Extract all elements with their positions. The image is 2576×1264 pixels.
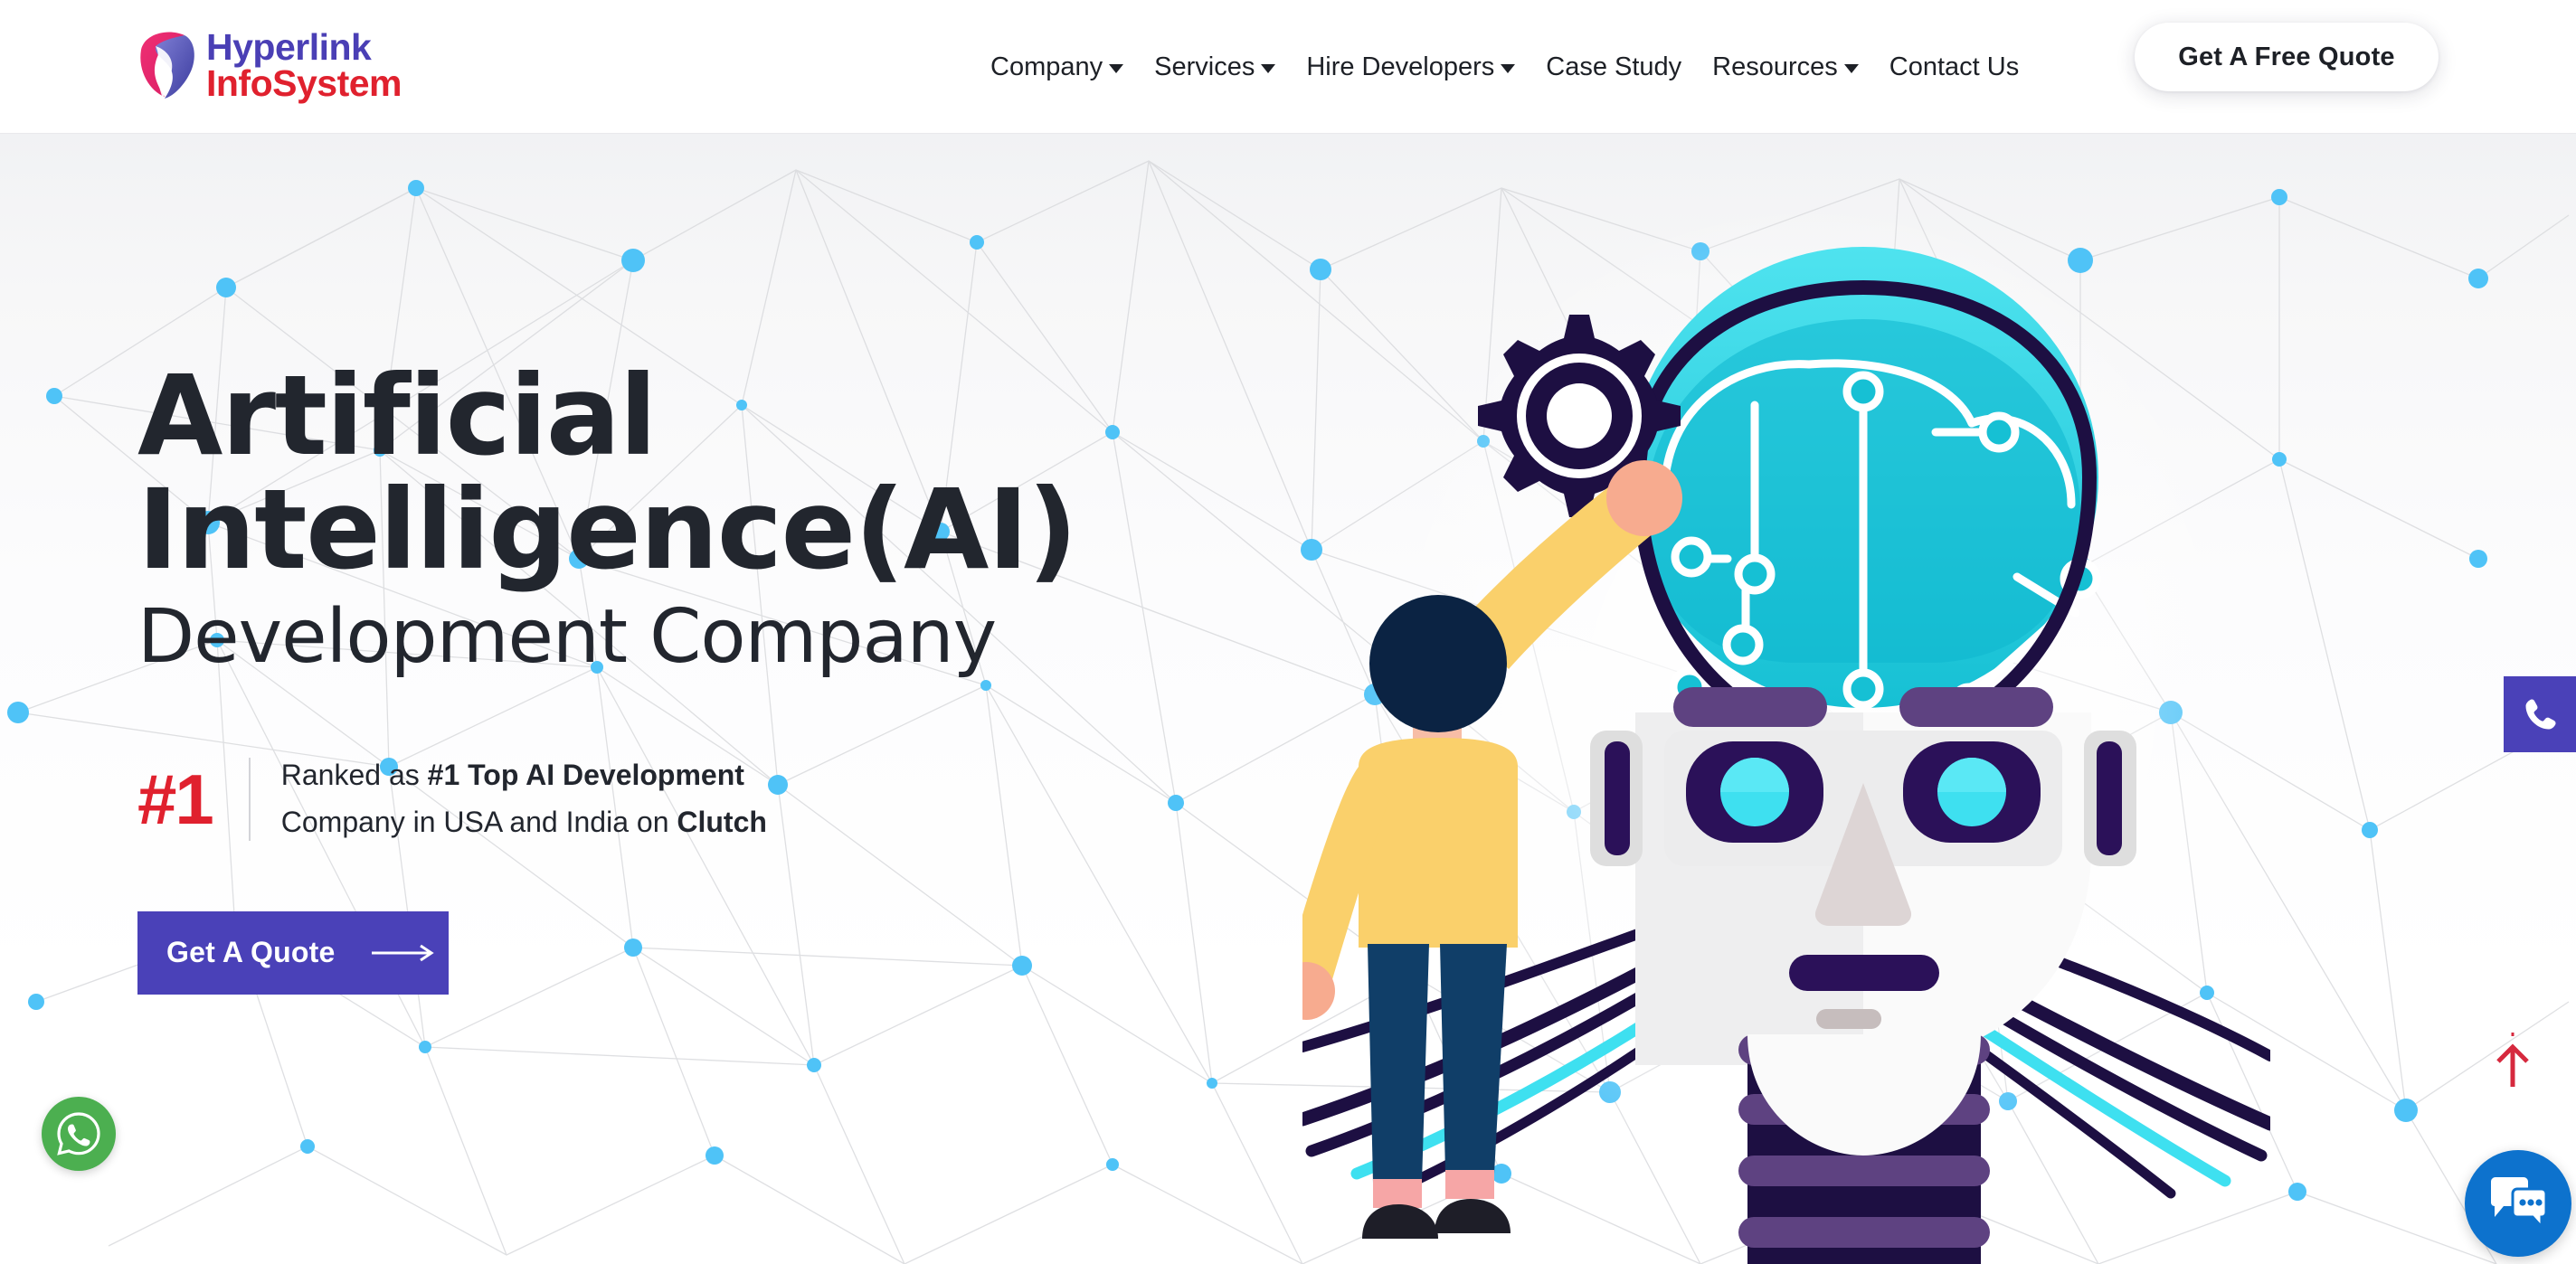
nav-label: Services: [1154, 52, 1255, 81]
logo-wordmark: Hyperlink InfoSystem: [206, 25, 402, 104]
ranking-badge-row: #1 Ranked as #1 Top AI Development Compa…: [137, 752, 1313, 846]
nav-label: Hire Developers: [1306, 52, 1495, 81]
site-header: Hyperlink InfoSystem Company Services Hi…: [0, 0, 2576, 134]
hero-heading-line1: Artificial: [137, 352, 657, 480]
chevron-down-icon: [1501, 64, 1516, 73]
chat-bubbles-icon: [2491, 1177, 2548, 1231]
nav-item-hire-developers[interactable]: Hire Developers: [1291, 52, 1530, 82]
rank-line2-bold: Clutch: [677, 805, 767, 838]
chevron-down-icon: [1261, 64, 1276, 73]
call-us-tab[interactable]: [2504, 676, 2576, 752]
hero-section: Artificial Intelligence(AI) Development …: [0, 134, 2576, 1264]
nav-item-company[interactable]: Company: [975, 52, 1139, 82]
nav-label: Contact Us: [1889, 52, 2020, 81]
nav-item-services[interactable]: Services: [1139, 52, 1291, 82]
rank-line-2: Company in USA and India on Clutch: [281, 799, 767, 846]
chevron-down-icon: [1109, 64, 1124, 73]
ai-robot-illustration: [1302, 188, 2270, 1264]
hero-heading-line2: Intelligence(AI): [137, 465, 1078, 594]
rank-divider: [248, 757, 251, 841]
cta-label: Get A Quote: [166, 936, 336, 969]
nav-item-case-study[interactable]: Case Study: [1530, 52, 1697, 82]
live-chat-button[interactable]: [2465, 1150, 2571, 1257]
whatsapp-button[interactable]: [42, 1097, 116, 1171]
rank-line1-prefix: Ranked as: [280, 759, 428, 792]
hero-subheading: Development Company: [137, 594, 997, 681]
nav-label: Case Study: [1546, 52, 1682, 81]
hero-copy: Artificial Intelligence(AI) Development …: [137, 352, 1313, 995]
nav-label: Resources: [1712, 52, 1838, 81]
arrow-right-icon: [371, 944, 434, 961]
rank-line1-bold: #1 Top AI Development: [427, 759, 744, 792]
logo-text-hyperlink: Hyperlink: [206, 25, 372, 68]
get-a-quote-button[interactable]: Get A Quote: [137, 910, 449, 995]
rank-description: Ranked as #1 Top AI Development Company …: [281, 752, 767, 846]
scroll-to-top-button[interactable]: [2489, 1031, 2536, 1094]
nav-item-contact-us[interactable]: Contact Us: [1874, 52, 2034, 82]
phone-icon: [2525, 699, 2556, 730]
rank-number: #1: [137, 759, 214, 839]
logo-text-infosystem: InfoSystem: [206, 62, 402, 104]
chevron-down-icon: [1843, 64, 1859, 73]
get-a-free-quote-button[interactable]: Get A Free Quote: [2135, 23, 2439, 91]
site-logo[interactable]: Hyperlink InfoSystem: [137, 16, 402, 114]
whatsapp-icon: [57, 1112, 100, 1156]
quote-button-label: Get A Free Quote: [2178, 42, 2395, 71]
rank-line2-prefix: Company in USA and India on: [280, 805, 677, 838]
rank-line-1: Ranked as #1 Top AI Development: [281, 752, 767, 799]
main-navigation: Company Services Hire Developers Case St…: [975, 0, 2034, 134]
arrow-up-icon: [2496, 1033, 2529, 1087]
nav-label: Company: [990, 52, 1103, 81]
hyperlink-logo-icon: [140, 32, 194, 99]
nav-item-resources[interactable]: Resources: [1697, 52, 1874, 82]
